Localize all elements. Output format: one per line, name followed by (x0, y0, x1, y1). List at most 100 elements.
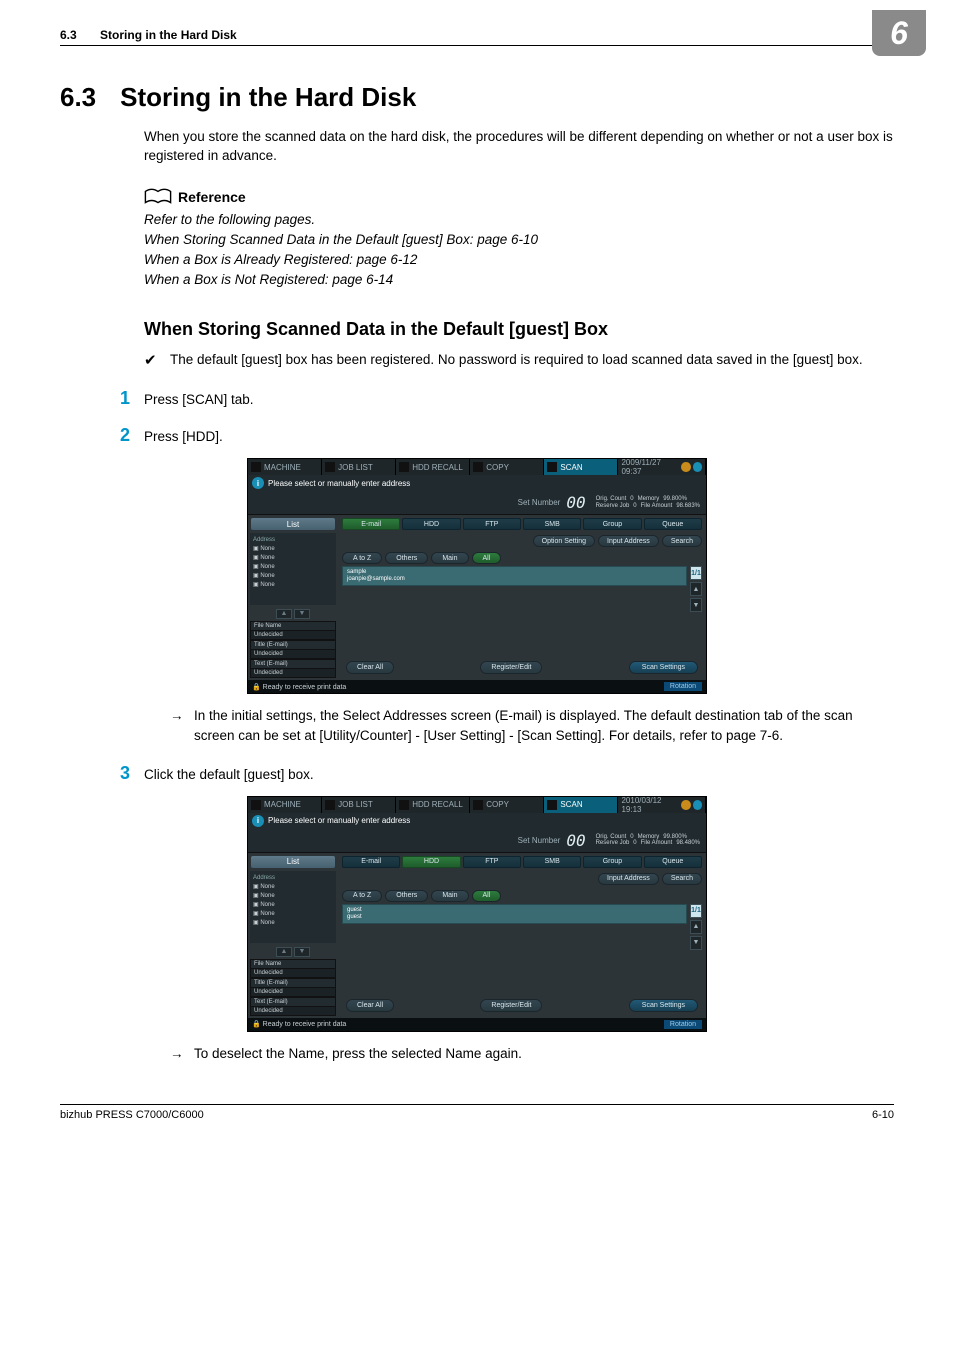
input-address-button[interactable]: Input Address (598, 535, 659, 547)
clear-all-button[interactable]: Clear All (346, 999, 394, 1012)
step-number: 3 (120, 763, 144, 784)
warning-icon[interactable] (681, 462, 690, 472)
warning-icon[interactable] (681, 800, 690, 810)
checkmark-icon: ✔ (144, 350, 170, 373)
scan-settings-button[interactable]: Scan Settings (629, 999, 698, 1012)
filter-button[interactable]: A to Z (342, 552, 382, 564)
search-button[interactable]: Search (662, 535, 702, 547)
arrow-icon: → (170, 1044, 194, 1064)
tab-copy[interactable]: COPY (470, 459, 544, 475)
copy-icon (473, 462, 483, 472)
dest-tab-queue[interactable]: Queue (644, 856, 702, 868)
scroll-up-button[interactable]: ▲ (276, 609, 292, 619)
rotation-button[interactable]: Rotation (664, 1020, 702, 1029)
option-setting-button[interactable]: Option Setting (533, 535, 595, 547)
dest-tab-e-mail[interactable]: E-mail (342, 518, 400, 530)
running-header: 6.3 Storing in the Hard Disk (60, 28, 894, 46)
help-icon[interactable] (693, 462, 702, 472)
set-number-value: 00 (566, 493, 585, 512)
dest-tab-group[interactable]: Group (583, 856, 641, 868)
reference-heading: Reference (144, 188, 894, 206)
note-text: In the initial settings, the Select Addr… (194, 706, 894, 747)
screenshot-scan-email: MACHINE JOB LIST HDD RECALL COPY SCAN 20… (247, 458, 707, 694)
hdd-box-item[interactable]: guest guest (342, 904, 687, 924)
reference-line: When Storing Scanned Data in the Default… (144, 230, 894, 250)
info-icon: i (252, 477, 264, 489)
scroll-up-button[interactable]: ▲ (690, 582, 702, 596)
dest-tab-hdd[interactable]: HDD (402, 856, 460, 868)
step-text: Press [SCAN] tab. (144, 392, 894, 407)
status-message: 🔒 Ready to receive print data (252, 1020, 346, 1028)
filename-value[interactable]: Undecided (250, 969, 336, 978)
title-value[interactable]: Undecided (250, 650, 336, 659)
intro-paragraph: When you store the scanned data on the h… (144, 127, 894, 166)
tab-machine[interactable]: MACHINE (248, 459, 322, 475)
filter-button[interactable]: Main (431, 552, 468, 564)
rotation-button[interactable]: Rotation (664, 682, 702, 691)
tab-scan[interactable]: SCAN (544, 459, 618, 475)
tab-copy[interactable]: COPY (470, 797, 544, 813)
register-edit-button[interactable]: Register/Edit (480, 999, 542, 1012)
scroll-down-button[interactable]: ▼ (294, 609, 310, 619)
scroll-down-button[interactable]: ▼ (294, 947, 310, 957)
dest-tab-hdd[interactable]: HDD (402, 518, 460, 530)
scroll-up-button[interactable]: ▲ (690, 920, 702, 934)
dest-tab-ftp[interactable]: FTP (463, 856, 521, 868)
tab-machine[interactable]: MACHINE (248, 797, 322, 813)
reference-line: When a Box is Not Registered: page 6-14 (144, 270, 894, 290)
search-button[interactable]: Search (662, 873, 702, 885)
filter-button[interactable]: Others (385, 890, 428, 902)
dest-tab-group[interactable]: Group (583, 518, 641, 530)
help-icon[interactable] (693, 800, 702, 810)
text-label: Text (E-mail) (250, 997, 336, 1007)
tab-hddrecall[interactable]: HDD RECALL (396, 797, 470, 813)
section-heading: 6.3Storing in the Hard Disk (60, 82, 894, 113)
tab-joblist[interactable]: JOB LIST (322, 797, 396, 813)
tab-joblist[interactable]: JOB LIST (322, 459, 396, 475)
address-row: ▣ None (253, 572, 333, 581)
address-row: ▣ None (253, 892, 333, 901)
title-value[interactable]: Undecided (250, 988, 336, 997)
scroll-down-button[interactable]: ▼ (690, 598, 702, 612)
statusbar-time: 2010/03/12 19:13 (618, 797, 706, 813)
filter-button[interactable]: All (472, 552, 502, 564)
address-row: ▣ None (253, 563, 333, 572)
tab-scan[interactable]: SCAN (544, 797, 618, 813)
address-row: ▣ None (253, 901, 333, 910)
dest-tab-queue[interactable]: Queue (644, 518, 702, 530)
machine-icon (251, 462, 261, 472)
scroll-down-button[interactable]: ▼ (690, 936, 702, 950)
address-row: ▣ None (253, 919, 333, 928)
input-address-button[interactable]: Input Address (598, 873, 659, 885)
step-text: Click the default [guest] box. (144, 767, 894, 782)
filename-value[interactable]: Undecided (250, 631, 336, 640)
filter-button[interactable]: Main (431, 890, 468, 902)
dest-tab-smb[interactable]: SMB (523, 518, 581, 530)
item-detail: joanpie@sample.com (347, 576, 682, 583)
dest-tab-smb[interactable]: SMB (523, 856, 581, 868)
list-button[interactable]: List (251, 856, 335, 868)
item-detail: guest (347, 914, 682, 921)
dest-tab-e-mail[interactable]: E-mail (342, 856, 400, 868)
header-section-number: 6.3 (60, 28, 77, 42)
list-button[interactable]: List (251, 518, 335, 530)
filename-label: File Name (250, 959, 336, 969)
copy-icon (473, 800, 483, 810)
scroll-indicator: 1/1 (690, 566, 702, 580)
register-edit-button[interactable]: Register/Edit (480, 661, 542, 674)
filter-button[interactable]: All (472, 890, 502, 902)
tab-hddrecall[interactable]: HDD RECALL (396, 459, 470, 475)
text-value[interactable]: Undecided (250, 1007, 336, 1016)
scroll-up-button[interactable]: ▲ (276, 947, 292, 957)
clear-all-button[interactable]: Clear All (346, 661, 394, 674)
text-value[interactable]: Undecided (250, 669, 336, 678)
filter-button[interactable]: A to Z (342, 890, 382, 902)
footer-model: bizhub PRESS C7000/C6000 (60, 1109, 204, 1121)
book-icon (144, 188, 172, 206)
dest-tab-ftp[interactable]: FTP (463, 518, 521, 530)
address-item[interactable]: sample joanpie@sample.com (342, 566, 687, 586)
address-row: ▣ None (253, 883, 333, 892)
scan-settings-button[interactable]: Scan Settings (629, 661, 698, 674)
filter-button[interactable]: Others (385, 552, 428, 564)
step-text: Press [HDD]. (144, 429, 894, 444)
